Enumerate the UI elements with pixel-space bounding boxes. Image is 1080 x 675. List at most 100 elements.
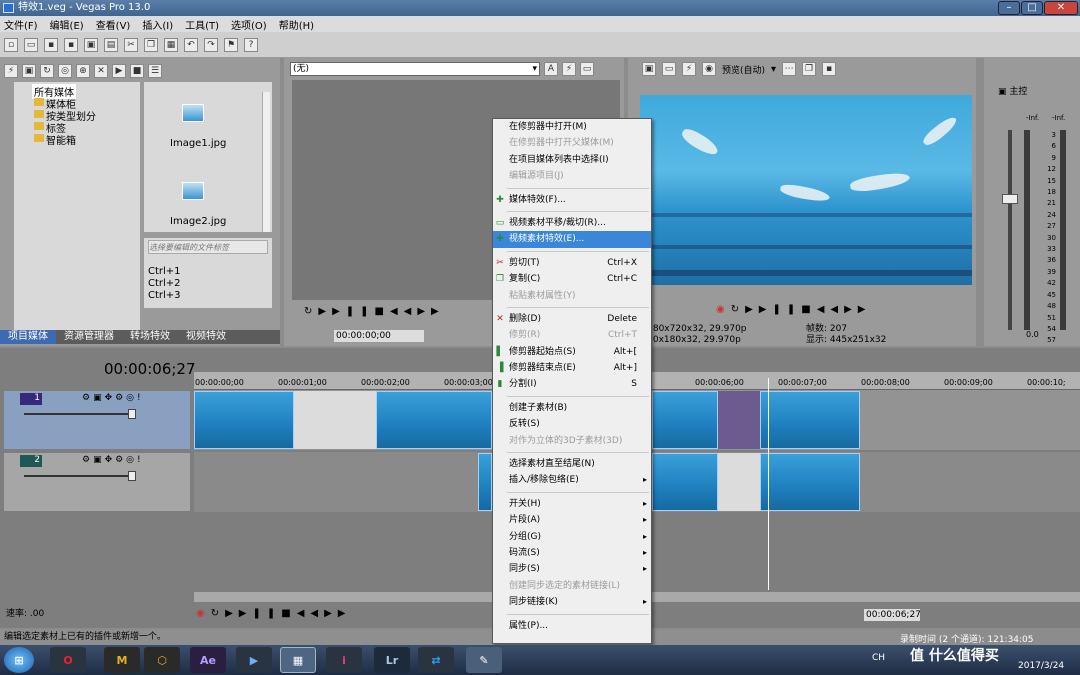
context-menu-item[interactable]: ✂ 剪切(T) Ctrl+X — [493, 255, 651, 271]
context-menu-item[interactable]: 属性(P)... — [493, 618, 651, 634]
context-menu-item[interactable]: 创建子素材(B) — [493, 400, 651, 416]
transition-crossfade[interactable] — [294, 391, 376, 449]
tag-input[interactable] — [148, 240, 268, 254]
context-menu-item[interactable]: 码流(S) ▸ — [493, 545, 651, 561]
video-clip[interactable] — [652, 391, 718, 449]
new-icon[interactable]: ▫ — [4, 37, 18, 52]
paint-icon[interactable]: ✎ — [466, 647, 502, 673]
paste-icon[interactable]: ▦ — [164, 37, 178, 52]
track-controls[interactable]: ⚙▣✥⚙◎! — [82, 455, 144, 465]
remove-icon[interactable]: ✕ — [94, 64, 108, 78]
play-icon[interactable]: ▶ — [112, 64, 126, 78]
cut-icon[interactable]: ✂ — [124, 37, 138, 52]
trimmer-dropdown[interactable]: (无) ▾ — [290, 62, 540, 76]
minimize-button[interactable]: – — [998, 1, 1020, 15]
video-clip[interactable] — [760, 391, 860, 449]
open-icon[interactable]: ▭ — [24, 37, 38, 52]
preview-transport[interactable]: ◉↻▶▶❚❚■◀◀▶▶ — [716, 304, 871, 315]
after-effects-icon[interactable]: Ae — [190, 647, 226, 673]
start-button[interactable]: ⊞ — [4, 647, 34, 673]
copy-snapshot-icon[interactable]: ❐ — [802, 62, 817, 76]
monitor-icon[interactable]: ▭ — [662, 62, 676, 76]
context-menu-item[interactable]: ▐ 修剪器结束点(E) Alt+] — [493, 360, 651, 376]
transition-crossfade[interactable] — [718, 391, 760, 449]
context-menu-item[interactable]: ✚ 视频素材特效(E)... — [493, 231, 651, 248]
context-menu-item[interactable]: ▌ 修剪器起始点(S) Alt+[ — [493, 344, 651, 360]
scrollbar[interactable] — [262, 92, 270, 232]
video-clip[interactable] — [652, 453, 718, 511]
context-menu-item[interactable]: 选择素材直至结尾(N) — [493, 456, 651, 472]
video-clip[interactable] — [478, 453, 492, 511]
timeline-transport[interactable]: ◉↻▶▶❚❚■◀◀▶▶ — [196, 608, 351, 619]
save-as-icon[interactable]: ▪ — [64, 37, 78, 52]
context-menu-item[interactable]: 开关(H) ▸ — [493, 496, 651, 512]
context-menu-item[interactable]: ▭ 视频素材平移/裁切(R)... — [493, 215, 651, 231]
track-controls[interactable]: ⚙▣✥⚙◎! — [82, 393, 144, 403]
tab-explorer[interactable]: 资源管理器 — [56, 330, 122, 344]
fx-icon[interactable]: ⚡ — [562, 62, 576, 76]
trimmer-settings-icon[interactable]: ▭ — [580, 62, 594, 76]
preview-properties-icon[interactable]: ▣ — [642, 62, 656, 76]
video-clip[interactable] — [760, 453, 860, 511]
menu-tools[interactable]: 工具(T) — [185, 17, 219, 32]
app-camera-icon[interactable]: ▶ — [236, 647, 272, 673]
file-name[interactable]: Image1.jpg — [170, 138, 226, 149]
fx-icon[interactable]: ⚡ — [682, 62, 696, 76]
track-header-video-1[interactable]: 1 ⚙▣✥⚙◎! — [3, 390, 191, 450]
import-icon[interactable]: ⚡ — [4, 64, 18, 78]
menu-file[interactable]: 文件(F) — [4, 17, 38, 32]
opacity-slider-thumb[interactable] — [128, 409, 136, 419]
context-menu-item[interactable]: 分组(G) ▸ — [493, 529, 651, 545]
maximize-button[interactable]: □ — [1021, 1, 1043, 15]
track-header-video-2[interactable]: 2 ⚙▣✥⚙◎! — [3, 452, 191, 512]
app-i-icon[interactable]: i — [326, 647, 362, 673]
app-hex-icon[interactable]: ⬡ — [144, 647, 180, 673]
close-button[interactable]: ✕ — [1044, 1, 1078, 15]
stop-icon[interactable]: ■ — [130, 64, 144, 78]
playhead-cursor[interactable] — [768, 378, 769, 590]
context-menu-item[interactable]: ▮ 分割(I) S — [493, 376, 651, 392]
views-icon[interactable]: ☰ — [148, 64, 162, 78]
redo-icon[interactable]: ↷ — [204, 37, 218, 52]
app-m-icon[interactable]: M — [104, 647, 140, 673]
context-menu-item[interactable]: 插入/移除包络(E) ▸ — [493, 472, 651, 488]
tab-project-media[interactable]: 项目媒体 — [0, 330, 56, 344]
context-menu-item[interactable]: ❐ 复制(C) Ctrl+C — [493, 271, 651, 287]
menu-view[interactable]: 查看(V) — [96, 17, 131, 32]
tab-transitions[interactable]: 转场特效 — [122, 330, 178, 344]
context-menu-item[interactable]: 反转(S) — [493, 416, 651, 432]
properties-icon[interactable]: ▤ — [104, 37, 118, 52]
file-name[interactable]: Image2.jpg — [170, 216, 226, 227]
teamviewer-icon[interactable]: ⇄ — [418, 647, 454, 673]
context-menu-item[interactable]: ✕ 删除(D) Delete — [493, 311, 651, 327]
trimmer-transport[interactable]: ↻▶▶❚❚■◀◀▶▶ — [304, 306, 445, 317]
save-snapshot-icon[interactable]: ▪ — [822, 62, 837, 76]
ime-indicator[interactable]: CH — [872, 653, 885, 663]
context-menu-item[interactable]: 在项目媒体列表中选择(I) — [493, 152, 651, 168]
render-icon[interactable]: ▣ — [84, 37, 98, 52]
audio-icon[interactable]: A — [544, 62, 558, 76]
undo-icon[interactable]: ↶ — [184, 37, 198, 52]
vegas-icon[interactable]: ▦ — [280, 647, 316, 673]
video-clip[interactable] — [376, 391, 492, 449]
context-menu-item[interactable]: 片段(A) ▸ — [493, 512, 651, 528]
context-menu-item[interactable]: 在修剪器中打开(M) — [493, 119, 651, 135]
web-icon[interactable]: ◎ — [58, 64, 72, 78]
zoom-icon[interactable]: ⊕ — [76, 64, 90, 78]
menu-edit[interactable]: 编辑(E) — [50, 17, 84, 32]
preview-quality[interactable]: 预览(自动) — [722, 63, 765, 76]
menu-options[interactable]: 选项(O) — [231, 17, 267, 32]
opera-icon[interactable]: O — [50, 647, 86, 673]
save-icon[interactable]: ▪ — [44, 37, 58, 52]
menu-insert[interactable]: 插入(I) — [142, 17, 173, 32]
video-clip[interactable] — [194, 391, 294, 449]
copy-icon[interactable]: ❐ — [144, 37, 158, 52]
opacity-slider-thumb[interactable] — [128, 471, 136, 481]
tab-video-fx[interactable]: 视频特效 — [178, 330, 234, 344]
context-menu-item[interactable]: ✚ 媒体特效(F)... — [493, 192, 651, 208]
context-menu-item[interactable]: 同步链接(K) ▸ — [493, 594, 651, 610]
snap-icon[interactable]: ⚑ — [224, 37, 238, 52]
split-screen-icon[interactable]: ◉ — [702, 62, 716, 76]
help-icon[interactable]: ? — [244, 37, 258, 52]
lightroom-icon[interactable]: Lr — [374, 647, 410, 673]
